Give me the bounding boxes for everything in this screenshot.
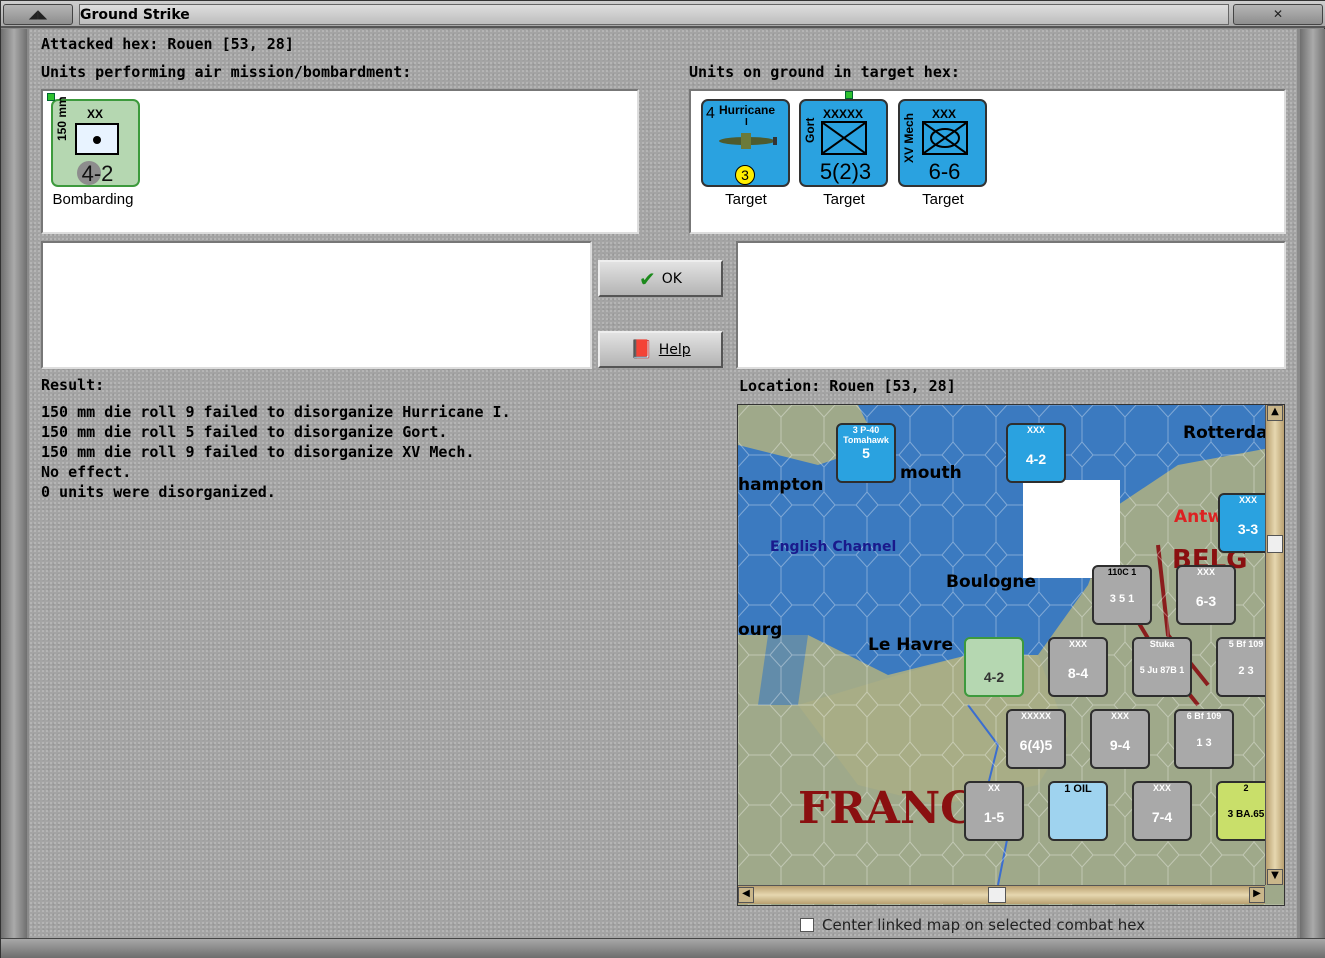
- fighter-plane-icon: [711, 131, 783, 151]
- map-unit-counter[interactable]: 4-2: [964, 637, 1024, 697]
- map-unit-counter[interactable]: 110C 13 5 1: [1092, 565, 1152, 625]
- map-unit-counter[interactable]: XXX 8-4: [1048, 637, 1108, 697]
- window-title: Ground Strike: [79, 4, 1229, 25]
- map-place-label: English Channel: [770, 539, 897, 555]
- air-units-header: Units performing air mission/bombardment…: [41, 63, 412, 81]
- window-menu-icon[interactable]: ◢◣: [3, 4, 73, 25]
- scroll-right-icon[interactable]: ▶: [1249, 887, 1265, 903]
- unit-strength: 4-2: [81, 161, 114, 186]
- result-line: 150 mm die roll 9 failed to disorganize …: [41, 403, 511, 421]
- center-linked-map-checkbox[interactable]: [800, 918, 814, 932]
- ground-strike-window: ◢◣ Ground Strike ✕ Attacked hex: Rouen […: [0, 0, 1325, 958]
- ground-units-header: Units on ground in target hex:: [689, 63, 960, 81]
- mech-symbol-icon: [922, 121, 968, 155]
- map-unit-counter[interactable]: 3 P-40 Tomahawk 5: [836, 423, 896, 483]
- scroll-down-icon[interactable]: ▼: [1267, 869, 1283, 885]
- linked-map[interactable]: hampton mouth Rotterda English Channel A…: [737, 404, 1285, 906]
- close-icon[interactable]: ✕: [1233, 4, 1323, 25]
- unit-side-label: Gort: [803, 117, 817, 143]
- vertical-scroll-thumb[interactable]: [1267, 535, 1283, 553]
- location-label: Location: Rouen [53, 28]: [739, 377, 956, 395]
- map-place-label: FRANC: [798, 783, 976, 834]
- unit-marker-icon: [47, 93, 55, 101]
- map-unit-counter[interactable]: XXX 4-2: [1006, 423, 1066, 483]
- gort-status: Target: [823, 191, 865, 208]
- help-button[interactable]: 📕 Help: [598, 331, 723, 368]
- map-unit-counter[interactable]: XXX 7-4: [1132, 781, 1192, 841]
- ground-details-panel: [736, 241, 1286, 369]
- map-place-label: Rotterda: [1183, 423, 1268, 443]
- unit-size: XXX: [932, 107, 957, 121]
- gort-counter[interactable]: Gort XXXXX 5(2)3: [799, 91, 888, 187]
- unit-marker-icon: [845, 91, 853, 99]
- map-place-label: Boulogne: [946, 572, 1037, 592]
- help-book-icon: 📕: [630, 339, 653, 360]
- left-frame: [1, 29, 27, 939]
- map-unit-counter[interactable]: 6 Bf 109 1 3: [1174, 709, 1234, 769]
- result-line: 150 mm die roll 5 failed to disorganize …: [41, 423, 448, 441]
- horizontal-scroll-thumb[interactable]: [988, 887, 1006, 903]
- map-place-label: Antw: [1174, 507, 1224, 527]
- unit-strength: 5(2)3: [819, 159, 872, 184]
- infantry-symbol-icon: [821, 121, 867, 155]
- result-line: 150 mm die roll 9 failed to disorganize …: [41, 443, 475, 461]
- ok-button[interactable]: ✔ OK: [598, 260, 723, 297]
- map-vertical-scrollbar[interactable]: ▲ ▼: [1265, 405, 1284, 885]
- map-unit-counter[interactable]: XX 1-5: [964, 781, 1024, 841]
- result-line: 0 units were disorganized.: [41, 483, 276, 501]
- attacked-hex-label: Attacked hex: Rouen [53, 28]: [41, 35, 294, 53]
- hurricane-counter[interactable]: 4 Hurricane I 3: [701, 99, 790, 187]
- unit-variant: I: [745, 117, 748, 128]
- map-horizontal-scrollbar[interactable]: ◀ ▶: [738, 885, 1265, 904]
- unit-range: 4: [706, 105, 715, 122]
- map-unit-counter[interactable]: 1 OIL: [1048, 781, 1108, 841]
- help-label: Help: [658, 341, 691, 358]
- unit-strength: 6-6: [928, 159, 961, 184]
- map-place-label: hampton: [738, 475, 824, 495]
- xv-mech-status: Target: [922, 191, 964, 208]
- map-unit-counter[interactable]: XXX 9-4: [1090, 709, 1150, 769]
- hurricane-rating-badge: 3: [735, 165, 755, 185]
- unit-size: XX: [87, 107, 104, 121]
- map-place-label: ourg: [738, 620, 783, 640]
- air-details-panel: [41, 241, 592, 369]
- result-label: Result:: [41, 376, 105, 394]
- scroll-up-icon[interactable]: ▲: [1267, 405, 1283, 421]
- center-linked-map-label: Center linked map on selected combat hex: [822, 916, 1146, 934]
- air-unit-counter[interactable]: 150 mm XX 4-2: [47, 93, 140, 187]
- artillery-symbol-icon: [75, 123, 119, 155]
- ok-label: OK: [661, 270, 682, 287]
- right-frame: [1300, 29, 1325, 939]
- scroll-left-icon[interactable]: ◀: [738, 887, 754, 903]
- map-place-label: mouth: [900, 463, 962, 483]
- result-line: No effect.: [41, 463, 132, 481]
- xv-mech-counter[interactable]: XV Mech XXX 6-6: [898, 99, 987, 187]
- hurricane-status: Target: [725, 191, 767, 208]
- map-unit-counter[interactable]: XXXXX 6(4)5: [1006, 709, 1066, 769]
- map-place-label: Le Havre: [868, 635, 953, 655]
- unit-side-label: 150 mm: [55, 96, 69, 141]
- map-unit-counter[interactable]: XXX 6-3: [1176, 565, 1236, 625]
- title-bar: ◢◣ Ground Strike ✕: [1, 1, 1325, 28]
- map-unit-counter[interactable]: Stuka 5 Ju 87B 1: [1132, 637, 1192, 697]
- bottom-frame: [1, 938, 1325, 958]
- checkmark-icon: ✔: [639, 266, 656, 291]
- ground-units-panel: 4 Hurricane I 3 Target Gort XXXXX 5(2)3 …: [689, 89, 1286, 234]
- unit-name: Hurricane: [719, 103, 776, 117]
- air-units-panel: 150 mm XX 4-2 Bombarding: [41, 89, 639, 234]
- unit-size: XXXXX: [823, 107, 864, 121]
- unit-side-label: XV Mech: [902, 112, 916, 163]
- air-unit-status: Bombarding: [52, 191, 134, 208]
